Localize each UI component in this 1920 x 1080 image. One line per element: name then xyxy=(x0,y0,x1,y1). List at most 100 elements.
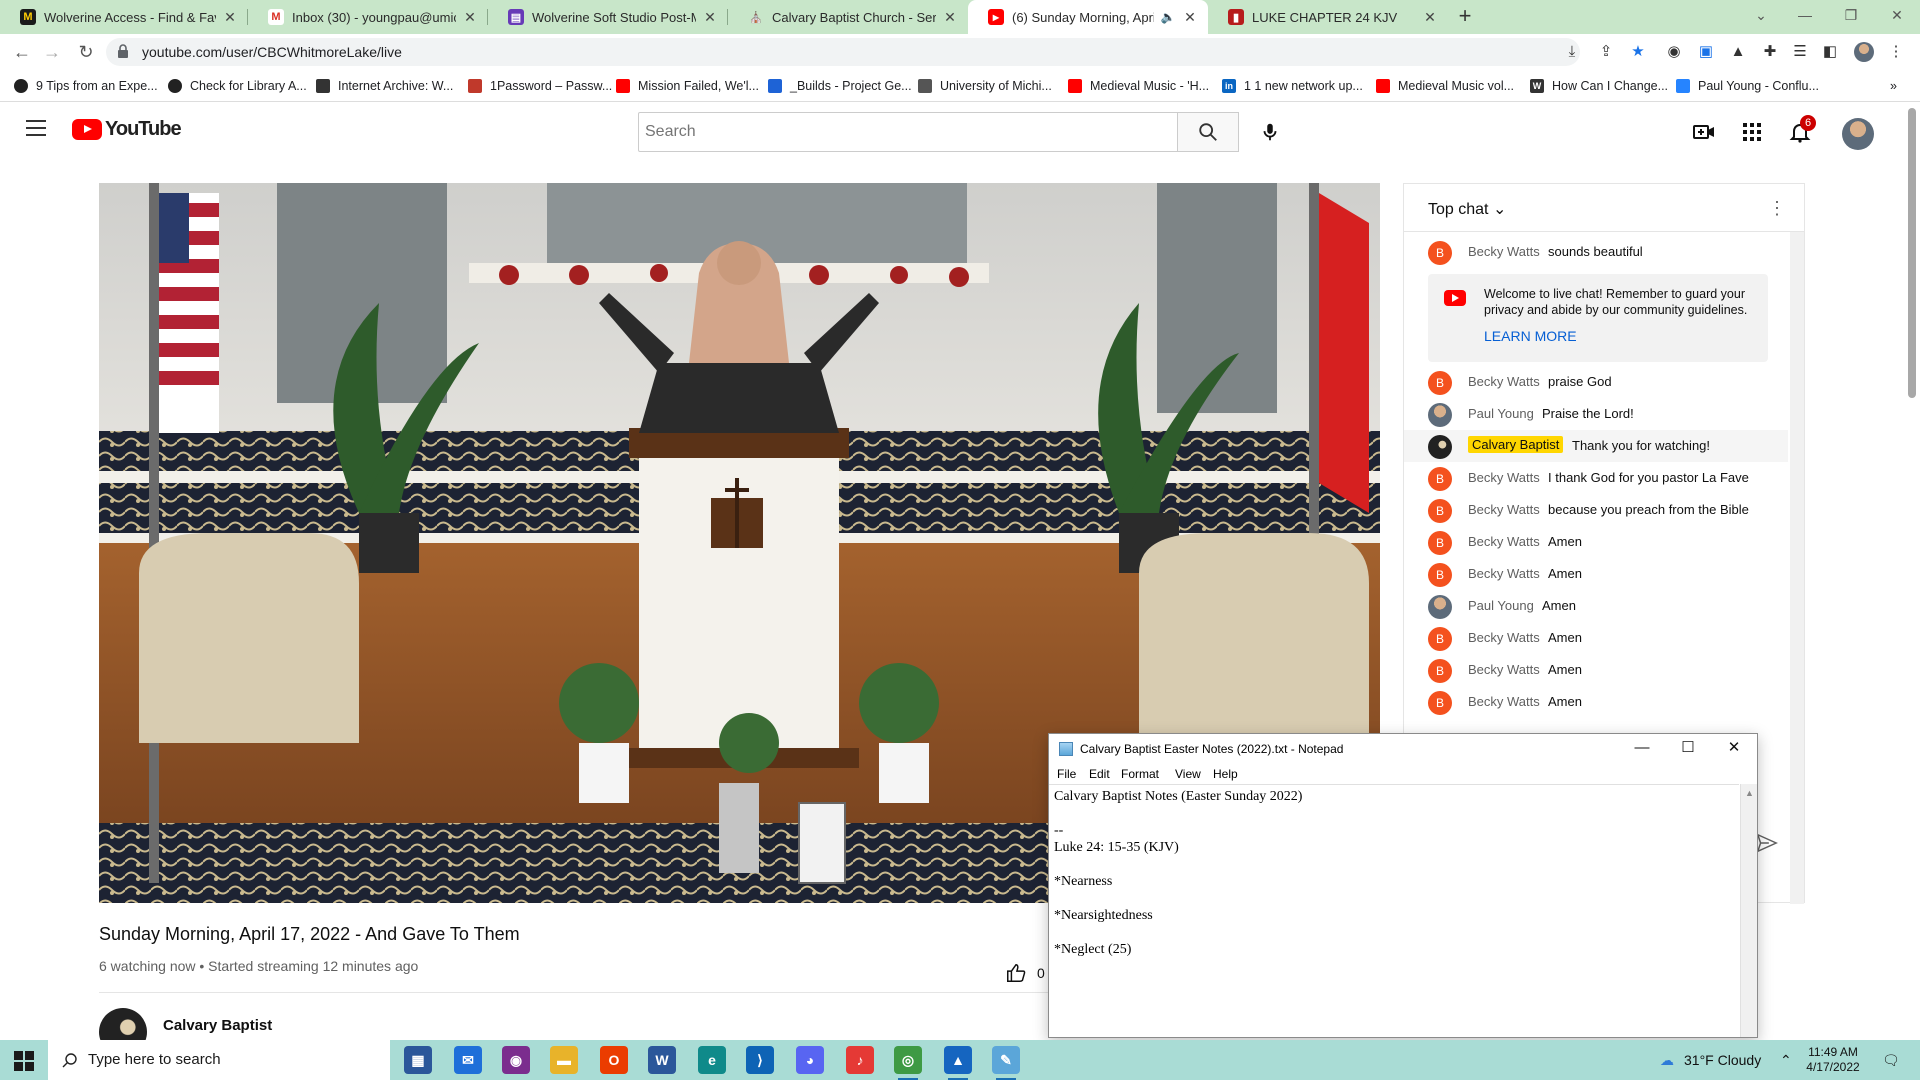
extension-icon[interactable]: ◉ xyxy=(1664,42,1684,62)
chat-scrollbar[interactable] xyxy=(1790,232,1804,904)
menu-help[interactable]: Help xyxy=(1213,767,1238,781)
bookmark-star-icon[interactable]: ★ xyxy=(1628,42,1648,62)
store-icon[interactable]: ▦ xyxy=(404,1046,432,1074)
more-options-icon[interactable]: ⋮ xyxy=(1768,198,1786,219)
share-icon[interactable]: ⇪ xyxy=(1596,42,1616,62)
restore-button[interactable]: ❐ xyxy=(1828,0,1874,30)
channel-name[interactable]: Calvary Baptist xyxy=(163,1017,272,1034)
puzzle-icon[interactable]: ✚ xyxy=(1760,42,1780,62)
taskbar-search[interactable]: Type here to search xyxy=(48,1040,390,1080)
tab-favicon-icon: ⛪ xyxy=(749,11,763,24)
back-icon[interactable]: ← xyxy=(10,40,34,64)
side-panel-icon[interactable]: ◧ xyxy=(1820,42,1840,62)
bookmark-item[interactable]: in 1 1 new network up... xyxy=(1222,77,1363,95)
tab-close-icon[interactable]: ✕ xyxy=(702,9,718,26)
bookmark-item[interactable]: W How Can I Change... xyxy=(1530,77,1668,95)
tab-close-icon[interactable]: ✕ xyxy=(222,9,238,26)
maximize-button[interactable]: ☐ xyxy=(1665,734,1711,764)
create-video-icon[interactable] xyxy=(1692,120,1716,144)
address-bar[interactable]: youtube.com/user/CBCWhitmoreLake/live ⤓ … xyxy=(106,38,1645,66)
minimize-button[interactable]: — xyxy=(1782,0,1828,30)
apps-grid-icon[interactable] xyxy=(1740,120,1764,144)
mail-icon[interactable]: ✉ xyxy=(454,1046,482,1074)
chrome-icon[interactable]: ◎ xyxy=(894,1046,922,1080)
voice-search-button[interactable] xyxy=(1252,114,1288,150)
extension-icon[interactable]: ▣ xyxy=(1696,42,1716,62)
reading-list-icon[interactable]: ☰ xyxy=(1790,42,1810,62)
menu-view[interactable]: View xyxy=(1175,767,1201,781)
minimize-button[interactable]: — xyxy=(1619,734,1665,764)
close-window-button[interactable]: ✕ xyxy=(1874,0,1920,30)
youtube-logo[interactable]: YouTube xyxy=(72,118,182,141)
tab-close-icon[interactable]: ✕ xyxy=(1182,9,1198,26)
music-icon[interactable]: ♪ xyxy=(846,1046,874,1074)
notepad-scrollbar[interactable]: ▲ xyxy=(1740,784,1757,1037)
browser-tab-active[interactable]: ▶ (6) Sunday Morning, April 17 🔈 ✕ xyxy=(968,0,1208,34)
weather-text[interactable]: 31°F Cloudy xyxy=(1684,1040,1761,1080)
search-icon xyxy=(62,1053,77,1068)
new-tab-button[interactable]: + xyxy=(1452,4,1478,30)
browser-tab[interactable]: ▤ Wolverine Soft Studio Post-Morte ✕ xyxy=(488,0,728,34)
edge-icon[interactable]: e xyxy=(698,1046,726,1074)
menu-icon[interactable] xyxy=(26,120,46,136)
browser-tab[interactable]: ⛪ Calvary Baptist Church - Sermons ✕ xyxy=(728,0,968,34)
menu-file[interactable]: File xyxy=(1057,767,1076,781)
account-avatar[interactable] xyxy=(1842,118,1874,150)
bookmark-item[interactable]: 1Password – Passw... xyxy=(468,77,612,95)
learn-more-link[interactable]: LEARN MORE xyxy=(1484,328,1577,344)
browser-tab[interactable]: M Wolverine Access - Find & Favori ✕ xyxy=(0,0,248,34)
bookmark-item[interactable]: Internet Archive: W... xyxy=(316,77,453,95)
podcast-icon[interactable]: ◉ xyxy=(502,1046,530,1074)
chat-text: Amen xyxy=(1548,566,1582,581)
menu-edit[interactable]: Edit xyxy=(1089,767,1110,781)
vscode-icon[interactable]: ⟩ xyxy=(746,1046,774,1074)
like-button[interactable]: 0 xyxy=(1005,962,1045,984)
forward-icon[interactable]: → xyxy=(40,40,64,64)
bookmark-item[interactable]: Medieval Music vol... xyxy=(1376,77,1514,95)
weather-icon[interactable]: ☁ xyxy=(1660,1040,1674,1080)
bookmark-item[interactable]: Medieval Music - 'H... xyxy=(1068,77,1209,95)
menu-format[interactable]: Format xyxy=(1121,767,1159,781)
close-button[interactable]: ✕ xyxy=(1711,734,1757,764)
tab-close-icon[interactable]: ✕ xyxy=(942,9,958,26)
discord-icon[interactable]: ◕ xyxy=(796,1046,824,1074)
scroll-up-icon[interactable]: ▲ xyxy=(1745,788,1754,798)
chat-mode-dropdown[interactable]: Top chat ⌄ xyxy=(1428,199,1506,219)
browser-tab[interactable]: ▮ LUKE CHAPTER 24 KJV ✕ xyxy=(1208,0,1448,34)
bookmark-item[interactable]: Mission Failed, We'l... xyxy=(616,77,759,95)
scrollbar-thumb[interactable] xyxy=(1908,108,1916,398)
search-button[interactable] xyxy=(1177,112,1239,152)
notepad-text-area[interactable]: Calvary Baptist Notes (Easter Sunday 202… xyxy=(1049,784,1739,1037)
speaker-icon[interactable]: 🔈 xyxy=(1160,10,1176,24)
bookmark-item[interactable]: 9 Tips from an Expe... xyxy=(14,77,158,95)
photos-icon[interactable]: ▲ xyxy=(944,1046,972,1080)
tab-search-chevron-icon[interactable]: ⌄ xyxy=(1738,0,1784,30)
start-button[interactable] xyxy=(0,1040,48,1080)
profile-avatar[interactable] xyxy=(1854,42,1874,62)
reload-icon[interactable]: ↻ xyxy=(74,40,98,64)
menu-kebab-icon[interactable]: ⋮ xyxy=(1886,42,1906,62)
clock[interactable]: 11:49 AM 4/17/2022 xyxy=(1798,1045,1868,1075)
search-input[interactable] xyxy=(639,113,1177,151)
tab-close-icon[interactable]: ✕ xyxy=(1422,9,1438,26)
bookmark-item[interactable]: Check for Library A... xyxy=(168,77,307,95)
bookmark-item[interactable]: Paul Young - Conflu... xyxy=(1676,77,1819,95)
tab-favicon-icon: ▮ xyxy=(1228,9,1244,25)
tab-close-icon[interactable]: ✕ xyxy=(462,9,478,26)
tray-chevron-icon[interactable]: ⌃ xyxy=(1780,1040,1792,1080)
file-explorer-icon[interactable]: ▬ xyxy=(550,1046,578,1074)
notepad-taskbar-icon[interactable]: ✎ xyxy=(992,1046,1020,1080)
extension-icon[interactable]: ▲ xyxy=(1728,42,1748,62)
browser-tab[interactable]: M Inbox (30) - youngpau@umich.ec ✕ xyxy=(248,0,488,34)
install-icon[interactable]: ⤓ xyxy=(1562,42,1582,62)
word-icon[interactable]: W xyxy=(648,1046,676,1074)
notepad-titlebar[interactable]: Calvary Baptist Easter Notes (2022).txt … xyxy=(1049,734,1757,764)
bookmark-item[interactable]: _Builds - Project Ge... xyxy=(768,77,912,95)
page-scrollbar[interactable] xyxy=(1904,102,1920,1040)
notifications-icon[interactable]: 🗨 xyxy=(1882,1040,1900,1080)
bookmarks-overflow-icon[interactable]: » xyxy=(1890,77,1897,95)
office-icon[interactable]: O xyxy=(600,1046,628,1074)
bookmark-item[interactable]: University of Michi... xyxy=(918,77,1052,95)
chat-text: Amen xyxy=(1548,630,1582,645)
send-icon[interactable] xyxy=(1756,832,1778,854)
